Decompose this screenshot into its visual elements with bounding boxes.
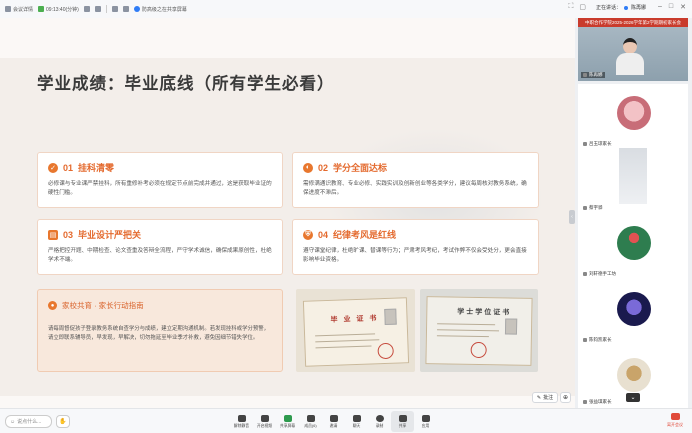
mic-icon: [583, 338, 587, 342]
meeting-info-button[interactable]: 会议详情: [5, 6, 33, 13]
participant-name: 陈再娜: [581, 72, 605, 78]
participant-video-list: 中职合作学院2025-2026学年第2学期期初家长会 陈再娜 吕玉琼家长 蔡宇骅…: [576, 18, 692, 408]
start-video-button[interactable]: 开启视频: [253, 411, 276, 432]
members-icon: [306, 414, 315, 422]
divider: [105, 5, 107, 13]
close-icon[interactable]: ✕: [680, 3, 686, 11]
graduation-certificate-photo: 毕 业 证 书: [296, 289, 415, 372]
invite-button[interactable]: 邀请: [322, 411, 345, 432]
chat-button[interactable]: 聊天: [345, 411, 368, 432]
portrait-image: [384, 308, 397, 325]
video-tile-host[interactable]: 中职合作学院2025-2026学年第2学期期初家长会 陈再娜: [578, 18, 688, 81]
host-video: [616, 38, 644, 75]
sharing-button[interactable]: 共享: [391, 411, 414, 432]
participant-name: 陈钧凯家长: [581, 337, 614, 343]
camera-icon: [260, 414, 269, 422]
apps-button[interactable]: 应用: [414, 411, 437, 432]
card-credits: ◐ 02 学分全面达标 需修满通识教育、专业必修、实践实训及创新创业等各类学分，建议…: [292, 152, 539, 208]
meeting-timer: 09:13:40(分钟): [38, 6, 79, 13]
video-tile[interactable]: 陈钧凯家长: [578, 280, 688, 346]
window-mode-icon[interactable]: [94, 6, 101, 12]
mic-icon: [583, 272, 587, 276]
members-button[interactable]: 成员(6): [299, 411, 322, 432]
pin-icon[interactable]: ▢: [579, 3, 586, 11]
tool-buttons: 解除静音 开启视频 共享屏幕 成员(6) 邀请 聊天 录制 共享 应用: [230, 411, 437, 432]
bulb-icon: ●: [48, 301, 57, 310]
sharing-status: 防高级之在共享屏幕: [133, 6, 187, 13]
mic-icon: [583, 206, 587, 210]
card-discipline: ⛨ 04 纪律考风是红线 遵守课堂纪律，杜绝旷课、替课等行为；严肃考风考纪，考试作弊…: [292, 219, 539, 275]
video-tile[interactable]: 刘轩德手工坊: [578, 214, 688, 280]
top-right-controls: ⛶ ▢: [568, 3, 586, 11]
raise-hand-button[interactable]: ✋: [56, 415, 70, 428]
mic-icon: [583, 400, 587, 404]
avatar: [619, 148, 647, 204]
seal-image: [377, 342, 394, 360]
seal-image: [470, 341, 487, 359]
active-speaker: 正在讲话： 陈再娜: [596, 5, 647, 11]
record-icon: [375, 414, 384, 422]
layout-icon[interactable]: [111, 6, 118, 12]
card-thesis: ▤ 03 毕业设计严把关 严格把控开题、中期检查、论文查重及答辩全流程，严守学术诚信…: [37, 219, 283, 275]
participant-name: 吕玉琼家长: [581, 141, 614, 147]
participant-name: 张益琪家长: [581, 399, 614, 405]
slide-title: 学业成绩：毕业底线（所有学生必看）: [37, 74, 335, 93]
half-circle-icon: ◐: [303, 162, 313, 173]
signal-icon: [38, 6, 45, 12]
minimize-icon[interactable]: –: [658, 3, 662, 11]
avatar: [617, 226, 651, 260]
chat-input[interactable]: ☺ 说点什么...: [5, 415, 52, 428]
invite-icon: [329, 414, 338, 422]
share-screen-icon: [283, 414, 292, 422]
chevron-down-icon[interactable]: ⌄: [626, 393, 640, 402]
check-icon: ✓: [48, 162, 58, 173]
mic-icon: [237, 414, 246, 422]
info-icon: [5, 6, 11, 12]
shield-icon: ⛨: [303, 229, 313, 240]
pen-icon: ✎: [536, 394, 542, 401]
smile-icon: ☺: [10, 418, 16, 425]
collapse-panel-handle[interactable]: ‹: [569, 210, 575, 224]
avatar: [617, 96, 651, 130]
avatar: [617, 358, 651, 392]
leave-meeting-button[interactable]: 离开会议: [667, 413, 683, 428]
participant-name: 蔡宇骅: [581, 205, 605, 211]
mic-icon: [583, 142, 587, 146]
parent-guide-panel: ● 家校共育 · 家长行动指南 请每周督促孩子登录教务系统自查学分与成绩，建立定期…: [37, 289, 283, 372]
apps-icon: [421, 414, 430, 422]
degree-certificate-photo: 学士学位证书: [420, 289, 538, 372]
video-tile[interactable]: 蔡宇骅: [578, 148, 688, 214]
card-failed-courses: ✓ 01 挂科清零 必修课与专业课严禁挂科，所有重修补考必须在规定节点前完成并通过，…: [37, 152, 283, 208]
portrait-image: [504, 318, 518, 335]
record-button[interactable]: 录制: [368, 411, 391, 432]
speaker-icon: [624, 5, 629, 10]
fullscreen-icon[interactable]: ⛶: [568, 3, 573, 11]
share-screen-icon: [133, 6, 140, 12]
video-tile[interactable]: 吕玉琼家长: [578, 84, 688, 150]
document-icon: ▤: [48, 229, 58, 240]
zoom-icon[interactable]: ⊕: [560, 392, 571, 403]
window-controls: – □ ✕: [658, 3, 686, 11]
participant-name: 刘轩德手工坊: [581, 271, 618, 277]
shared-screen-stage: 学业成绩：毕业底线（所有学生必看） ✓ 01 挂科清零 必修课与专业课严禁挂科，所有…: [0, 18, 575, 408]
unmute-button[interactable]: 解除静音: [230, 411, 253, 432]
annotate-button[interactable]: ✎ 批注: [532, 392, 558, 403]
avatar: [617, 292, 651, 326]
meeting-toolbar: ☺ 说点什么... ✋ 解除静音 开启视频 共享屏幕 成员(6) 邀请 聊天 录制…: [0, 408, 692, 433]
leave-icon: [670, 413, 680, 420]
mic-icon: [583, 73, 587, 77]
chat-icon: [352, 414, 361, 422]
grid-icon[interactable]: [122, 6, 129, 12]
maximize-icon[interactable]: □: [669, 3, 673, 11]
network-icon[interactable]: [83, 6, 90, 12]
share-screen-button[interactable]: 共享屏幕: [276, 411, 299, 432]
sharing-icon: [398, 414, 407, 422]
top-toolbar: 会议详情 09:13:40(分钟) 防高级之在共享屏幕: [0, 0, 692, 18]
